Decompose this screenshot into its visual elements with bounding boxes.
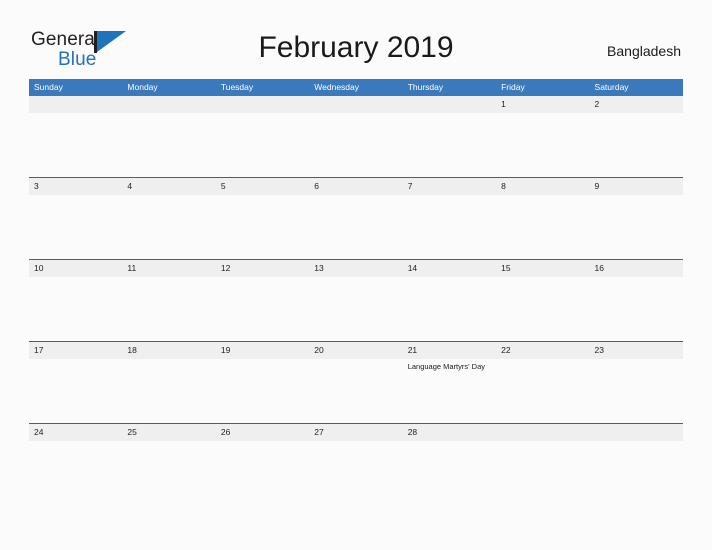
day-event: [590, 359, 683, 423]
region-label: Bangladesh: [607, 43, 681, 59]
day-event: [29, 441, 122, 505]
day-number[interactable]: 9: [590, 178, 683, 195]
day-number[interactable]: 15: [496, 260, 589, 277]
week-event-band: [29, 113, 683, 177]
weekday-header-friday: Friday: [501, 82, 525, 92]
day-event: [29, 277, 122, 341]
day-number[interactable]: 5: [216, 178, 309, 195]
day-event: [590, 113, 683, 177]
weekday-header-row: Sunday Monday Tuesday Wednesday Thursday…: [29, 79, 683, 96]
week-event-band: [29, 277, 683, 341]
weekday-header-monday: Monday: [127, 82, 158, 92]
weekday-header-thursday: Thursday: [407, 82, 444, 92]
day-number[interactable]: 10: [29, 260, 122, 277]
day-number[interactable]: 27: [309, 424, 402, 441]
calendar-week-row: 1 2: [29, 96, 683, 177]
day-event: [403, 113, 496, 177]
day-event: [309, 277, 402, 341]
day-event-language-martyrs-day: Language Martyrs' Day: [407, 362, 485, 371]
day-event: [216, 441, 309, 505]
week-date-band: 17 18 19 20 21 22 23: [29, 342, 683, 359]
calendar-week-row: 3 4 5 6 7 8 9: [29, 177, 683, 259]
weekday-header-sunday: Sunday: [34, 82, 63, 92]
day-event: [309, 195, 402, 259]
day-number[interactable]: 21: [403, 342, 496, 359]
day-number[interactable]: 14: [403, 260, 496, 277]
weekday-header-tuesday: Tuesday: [220, 82, 254, 92]
day-number[interactable]: 16: [590, 260, 683, 277]
day-number[interactable]: 3: [29, 178, 122, 195]
day-number[interactable]: 22: [496, 342, 589, 359]
day-event: [496, 441, 589, 505]
day-number[interactable]: 17: [29, 342, 122, 359]
day-number[interactable]: 23: [590, 342, 683, 359]
day-event: [590, 277, 683, 341]
day-event: [216, 113, 309, 177]
day-event: [309, 113, 402, 177]
day-event: [29, 359, 122, 423]
day-event: [590, 195, 683, 259]
day-event: [496, 195, 589, 259]
day-number[interactable]: 2: [590, 96, 683, 113]
calendar-week-row: 10 11 12 13 14 15 16: [29, 259, 683, 341]
week-date-band: 24 25 26 27 28: [29, 424, 683, 441]
day-number[interactable]: 7: [403, 178, 496, 195]
week-date-band: 1 2: [29, 96, 683, 113]
calendar-grid: Sunday Monday Tuesday Wednesday Thursday…: [29, 79, 683, 505]
day-number[interactable]: 4: [122, 178, 215, 195]
day-event: [403, 195, 496, 259]
day-number[interactable]: 18: [122, 342, 215, 359]
day-number[interactable]: 8: [496, 178, 589, 195]
day-event: [122, 113, 215, 177]
day-number[interactable]: [122, 96, 215, 113]
week-event-band: [29, 441, 683, 505]
day-number[interactable]: 12: [216, 260, 309, 277]
day-event: [590, 441, 683, 505]
day-event: [216, 359, 309, 423]
day-number[interactable]: 19: [216, 342, 309, 359]
day-number[interactable]: 25: [122, 424, 215, 441]
day-event: [403, 277, 496, 341]
week-date-band: 3 4 5 6 7 8 9: [29, 178, 683, 195]
page-title: February 2019: [258, 31, 454, 64]
day-event: [29, 195, 122, 259]
day-number[interactable]: [29, 96, 122, 113]
day-number[interactable]: [590, 424, 683, 441]
day-event: [29, 113, 122, 177]
calendar-week-row: 17 18 19 20 21 22 23 Language Martyrs' D…: [29, 341, 683, 423]
day-number[interactable]: 24: [29, 424, 122, 441]
day-number[interactable]: [403, 96, 496, 113]
page-header: General Blue February 2019 Bangladesh: [0, 0, 712, 79]
day-event: [496, 113, 589, 177]
week-event-band: [29, 195, 683, 259]
day-event: [309, 359, 402, 423]
day-number[interactable]: 20: [309, 342, 402, 359]
week-date-band: 10 11 12 13 14 15 16: [29, 260, 683, 277]
week-event-band: Language Martyrs' Day: [29, 359, 683, 423]
day-number[interactable]: 26: [216, 424, 309, 441]
day-event: [216, 195, 309, 259]
day-number[interactable]: [309, 96, 402, 113]
day-event: [403, 441, 496, 505]
day-number[interactable]: 13: [309, 260, 402, 277]
weekday-header-wednesday: Wednesday: [314, 82, 359, 92]
calendar-week-row: 24 25 26 27 28: [29, 423, 683, 505]
day-event: [216, 277, 309, 341]
day-event: [122, 441, 215, 505]
day-event: [496, 359, 589, 423]
day-number[interactable]: [496, 424, 589, 441]
day-event: [122, 195, 215, 259]
day-number[interactable]: 6: [309, 178, 402, 195]
day-event: [496, 277, 589, 341]
day-number[interactable]: 28: [403, 424, 496, 441]
day-number[interactable]: 1: [496, 96, 589, 113]
day-event: [122, 277, 215, 341]
day-number[interactable]: 11: [122, 260, 215, 277]
weekday-header-saturday: Saturday: [594, 82, 629, 92]
day-event: [122, 359, 215, 423]
day-number[interactable]: [216, 96, 309, 113]
calendar-page: General Blue February 2019 Bangladesh Su…: [0, 0, 712, 550]
day-event: [309, 441, 402, 505]
